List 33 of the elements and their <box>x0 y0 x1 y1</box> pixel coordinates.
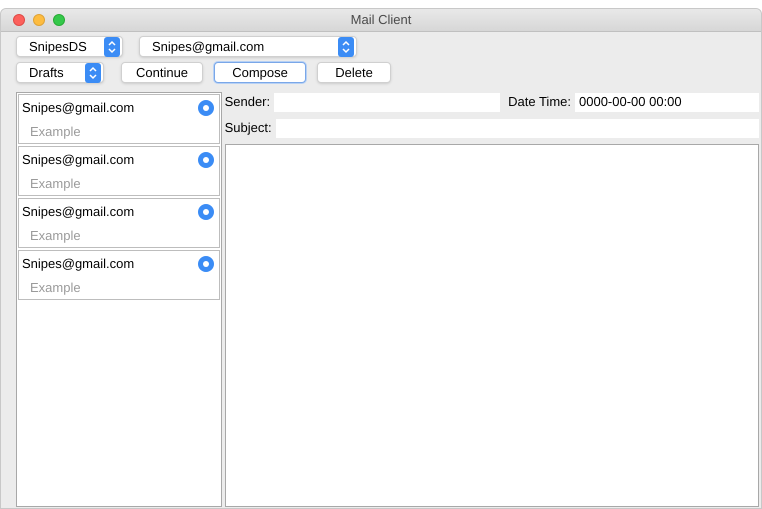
message-subject: Example <box>29 174 82 193</box>
stepper-icon <box>104 36 120 56</box>
stepper-icon <box>338 36 354 56</box>
window-title: Mail Client <box>350 11 412 30</box>
close-button[interactable] <box>13 14 25 26</box>
message-sender: Snipes@gmail.com <box>22 99 134 117</box>
field-label: Sender: <box>224 93 270 112</box>
message-sender: Snipes@gmail.com <box>22 255 134 273</box>
action-button[interactable]: Compose <box>214 62 306 83</box>
action-button[interactable]: Delete <box>317 62 392 83</box>
radio-button[interactable] <box>198 152 214 168</box>
message-sender: Snipes@gmail.com <box>22 151 134 169</box>
minimize-button[interactable] <box>33 14 45 26</box>
message-item[interactable]: Snipes@gmail.com Example <box>18 198 220 248</box>
stepper-icon <box>85 62 101 82</box>
message-subject: Example <box>29 278 82 297</box>
message-sender: Snipes@gmail.com <box>22 203 134 221</box>
account-dropdown[interactable]: SnipesDS <box>16 36 123 57</box>
message-item[interactable]: Snipes@gmail.com Example <box>18 94 220 144</box>
folder-dropdown[interactable]: Drafts <box>16 62 104 83</box>
address-dropdown[interactable]: Snipes@gmail.com <box>139 36 357 57</box>
field-label: Date Time: <box>508 93 571 112</box>
radio-button[interactable] <box>198 256 214 272</box>
zoom-button[interactable] <box>53 14 65 26</box>
field-label: Subject: <box>224 119 272 138</box>
radio-button[interactable] <box>198 100 214 116</box>
message-subject: Example <box>29 122 82 141</box>
date-time-field[interactable]: 0000-00-00 00:00 <box>575 92 759 112</box>
message-item[interactable]: Snipes@gmail.com Example <box>18 250 220 300</box>
radio-button[interactable] <box>198 204 214 220</box>
action-button[interactable]: Continue <box>121 62 204 83</box>
message-subject: Example <box>29 226 82 245</box>
message-item[interactable]: Snipes@gmail.com Example <box>18 146 220 196</box>
